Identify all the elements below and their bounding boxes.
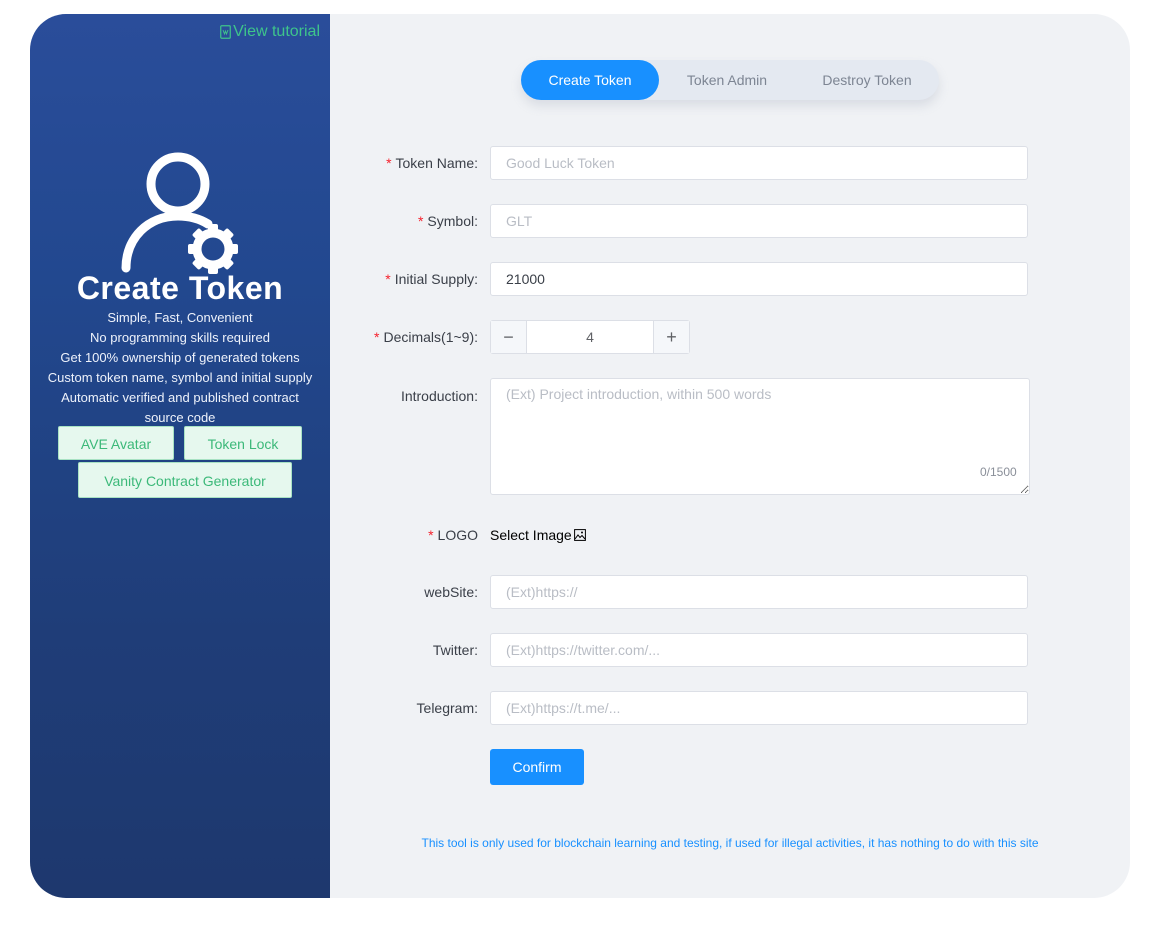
tab-bar: Create Token Token Admin Destroy Token: [521, 60, 939, 100]
website-label: webSite:: [424, 584, 478, 600]
logo-label: * LOGO: [428, 527, 478, 543]
vanity-contract-generator-button[interactable]: Vanity Contract Generator: [78, 462, 292, 498]
symbol-label: * Symbol:: [417, 213, 478, 229]
feature-item: Custom token name, symbol and initial su…: [47, 370, 313, 385]
website-input[interactable]: [490, 575, 1028, 609]
initial-supply-input[interactable]: [490, 262, 1028, 296]
introduction-label: Introduction:: [400, 388, 478, 404]
feature-list: Simple, Fast, Convenient No programming …: [30, 308, 330, 428]
tab-destroy-token[interactable]: Destroy Token: [795, 60, 939, 100]
tab-token-admin[interactable]: Token Admin: [659, 60, 795, 100]
user-gear-icon: [121, 152, 238, 274]
feature-item: No programming skills required: [90, 330, 270, 345]
required-mark: *: [417, 213, 424, 229]
sidebar-title: Create Token: [76, 270, 284, 306]
feature-item: Get 100% ownership of generated tokens: [60, 350, 300, 365]
disclaimer-text: This tool is only used for blockchain le…: [421, 836, 1039, 850]
token-name-label: * Token Name:: [386, 155, 478, 171]
decimals-label: * Decimals(1~9):: [374, 329, 478, 345]
document-icon: [220, 25, 231, 39]
required-mark: *: [386, 155, 392, 171]
ave-avatar-button[interactable]: AVE Avatar: [58, 426, 174, 460]
view-tutorial-link[interactable]: View tutorial: [220, 23, 320, 41]
sidebar: View tutorial Create Token Simple, Fast,…: [30, 14, 330, 898]
main-panel: Create Token Token Admin Destroy Token *…: [330, 14, 1130, 898]
required-mark: *: [374, 329, 380, 345]
char-counter: 0/1500: [980, 465, 1017, 479]
twitter-label: Twitter:: [432, 642, 478, 658]
select-image-button[interactable]: Select Image: [490, 527, 586, 543]
symbol-input[interactable]: [490, 204, 1028, 238]
feature-item: Automatic verified and published contrac…: [61, 390, 299, 425]
telegram-input[interactable]: [490, 691, 1028, 725]
token-lock-button[interactable]: Token Lock: [184, 426, 302, 460]
required-mark: *: [385, 271, 391, 287]
tab-create-token[interactable]: Create Token: [521, 60, 659, 100]
confirm-button[interactable]: Confirm: [490, 749, 584, 785]
decimals-stepper: − 4 +: [490, 320, 690, 354]
image-icon: [573, 529, 586, 541]
token-name-input[interactable]: [490, 146, 1028, 180]
twitter-input[interactable]: [490, 633, 1028, 667]
required-mark: *: [428, 527, 434, 543]
select-image-label: Select Image: [490, 527, 572, 543]
telegram-label: Telegram:: [416, 700, 478, 716]
increment-button[interactable]: +: [653, 321, 689, 353]
view-tutorial-label: View tutorial: [233, 23, 320, 40]
feature-item: Simple, Fast, Convenient: [107, 310, 253, 325]
decrement-button[interactable]: −: [491, 321, 527, 353]
introduction-textarea[interactable]: [490, 378, 1030, 495]
create-token-card: View tutorial Create Token Simple, Fast,…: [30, 14, 1130, 898]
decimals-value[interactable]: 4: [527, 321, 653, 353]
initial-supply-label: * Initial Supply:: [385, 271, 478, 287]
